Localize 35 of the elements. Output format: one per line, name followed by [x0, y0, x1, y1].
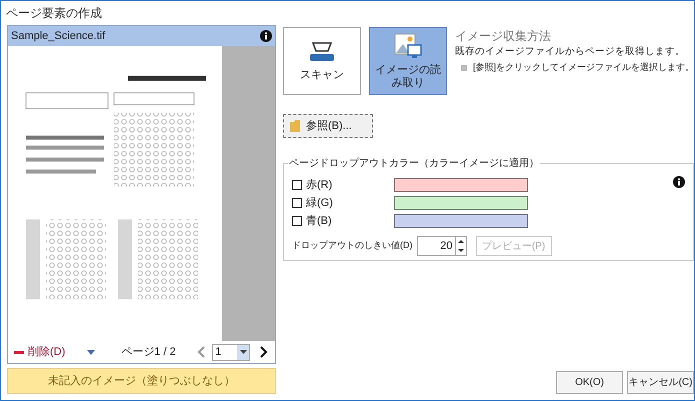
color-checkbox[interactable]: 赤(R) [292, 176, 394, 194]
info-icon[interactable] [673, 176, 686, 188]
minus-icon [14, 350, 24, 354]
dropdown-arrow-icon[interactable] [87, 350, 96, 354]
info-icon[interactable] [260, 30, 272, 42]
blank-image-button[interactable]: 未記入のイメージ（塗りつぶしなし） [7, 368, 276, 394]
next-icon[interactable] [260, 346, 268, 358]
method-button[interactable]: スキャン [283, 27, 361, 95]
method-button[interactable]: イメージの読み取り [369, 27, 447, 95]
image-monitor-icon [393, 32, 423, 60]
dropdown-icon [237, 344, 250, 360]
window-title: ページ要素の作成 [5, 5, 103, 22]
down-icon[interactable] [456, 246, 466, 255]
description: 既存のイメージファイルからページを取得します。 [455, 45, 686, 59]
threshold-label: ドロップアウトのしきい値(D) [292, 239, 412, 252]
threshold-spinner[interactable]: 20 [416, 236, 466, 256]
file-name: Sample_Science.tif [11, 28, 106, 44]
hint-text: [参照]をクリックしてイメージファイルを選択します。 [473, 61, 694, 74]
dialog-button[interactable]: キャンセル(C) [627, 371, 694, 394]
checkbox[interactable] [292, 216, 302, 226]
checkbox[interactable] [292, 198, 302, 208]
page-select[interactable]: 1 [212, 344, 250, 360]
delete-button[interactable]: 削除(D) [14, 344, 66, 360]
checkbox[interactable] [292, 180, 302, 190]
browse-button[interactable]: 参照(B)... [283, 114, 373, 138]
bullet-icon [461, 65, 467, 71]
color-checkbox[interactable]: 青(B) [292, 212, 394, 230]
up-icon[interactable] [456, 237, 466, 246]
section-title: イメージ収集方法 [455, 28, 552, 45]
dialog-button[interactable]: OK(O) [556, 371, 624, 394]
folder-icon [290, 120, 300, 132]
color-checkbox[interactable]: 緑(G) [292, 194, 394, 212]
group-legend: ページドロップアウトカラー（カラーイメージに適用） [288, 156, 540, 171]
page-indicator: ページ1 / 2 [121, 344, 177, 360]
previous-icon[interactable] [197, 346, 206, 358]
